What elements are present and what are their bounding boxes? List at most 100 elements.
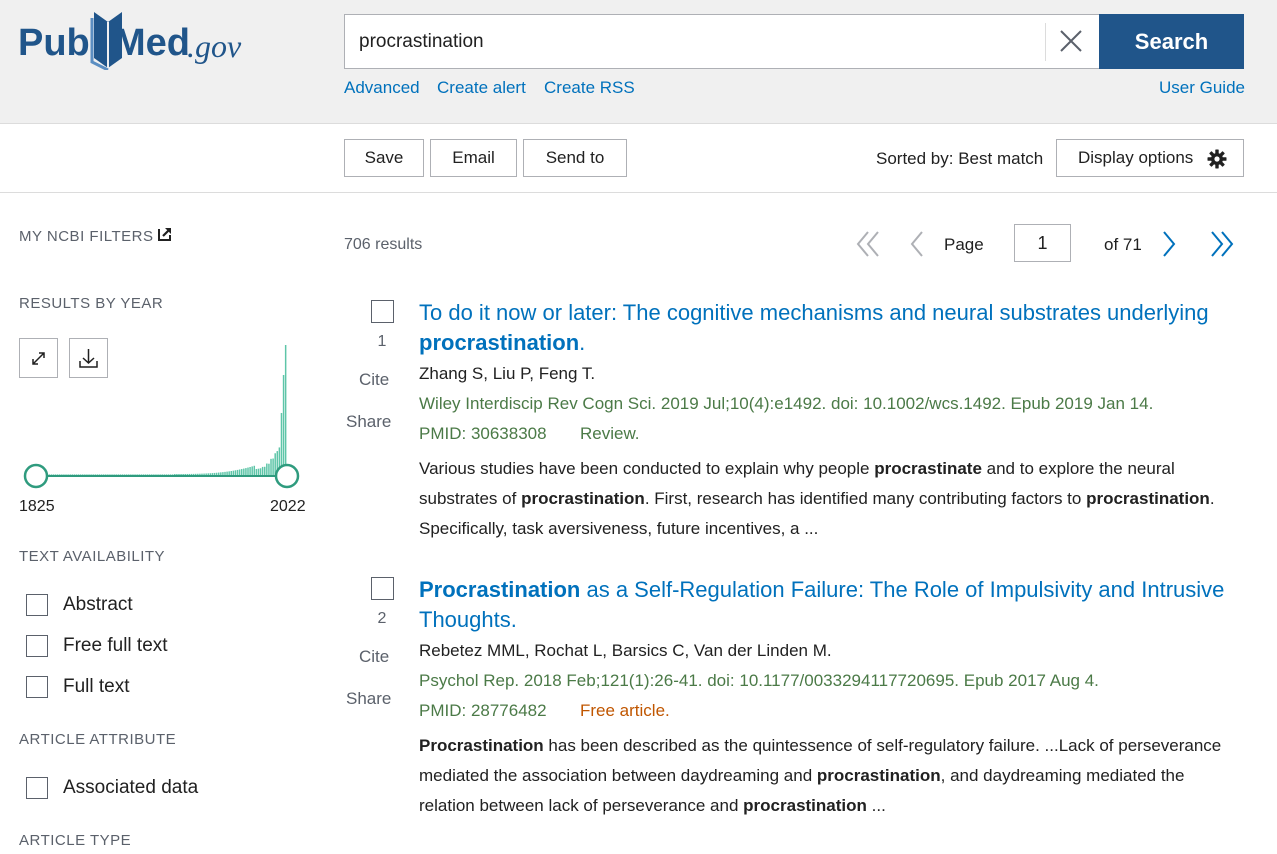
result-checkbox[interactable] [371,300,394,323]
previous-page-icon[interactable] [906,228,928,260]
year-bar [207,473,210,475]
year-bar [79,474,82,475]
year-bar [259,468,262,475]
result-title-link[interactable]: Procrastination as a Self-Regulation Fai… [419,575,1239,635]
year-bar [153,474,155,475]
filter-full-text-checkbox[interactable] [26,676,48,698]
filter-abstract-checkbox[interactable] [26,594,48,616]
year-bar [263,466,266,475]
close-icon[interactable] [1057,27,1085,55]
year-bar [109,474,111,475]
result-citation: Psychol Rep. 2018 Feb;121(1):26-41. doi:… [419,671,1099,690]
next-page-icon[interactable] [1158,228,1180,260]
external-link-icon[interactable] [157,226,173,242]
filter-free-full-text-checkbox[interactable] [26,635,48,657]
results-by-year-chart[interactable] [19,340,309,495]
year-bar [163,474,166,475]
year-bar [228,471,230,475]
year-bar [176,474,178,475]
first-page-icon[interactable] [854,228,884,260]
year-bar [142,474,145,475]
save-button[interactable]: Save [344,139,424,177]
year-bar [180,473,182,475]
year-bar [197,473,199,475]
year-bar [178,474,180,475]
year-bar [253,465,256,475]
year-slider-start-handle[interactable] [23,463,49,489]
year-bar [190,473,193,475]
share-button[interactable]: Share [346,412,391,432]
year-bar [65,474,67,475]
result-number: 2 [377,610,387,627]
year-bar [136,474,138,475]
year-end-label: 2022 [270,498,306,515]
year-bar [194,473,197,475]
year-bar [182,473,184,475]
year-bar [270,458,272,475]
year-bar [199,473,201,475]
filter-associated-data-checkbox[interactable] [26,777,48,799]
year-bar [165,474,168,475]
filter-abstract-label: Abstract [63,594,133,615]
year-bar [123,474,126,475]
year-bar [211,473,214,475]
year-bar [82,474,84,475]
result-title-link[interactable]: To do it now or later: The cognitive mec… [419,298,1239,358]
year-bar [186,473,189,475]
year-start-label: 1825 [19,498,55,515]
year-bar [119,474,122,475]
search-input[interactable] [359,15,1039,68]
year-bar [230,471,233,475]
year-bar [171,474,174,475]
search-button[interactable]: Search [1099,14,1244,69]
cite-button[interactable]: Cite [359,370,389,390]
header: Pub Med .gov Search Advanced Create aler… [0,0,1277,124]
pubmed-logo[interactable]: Pub Med .gov [18,8,258,74]
result-tag: Review. [580,424,640,443]
year-bar [132,474,134,475]
logo-med: Med [114,22,190,64]
year-bar [213,472,216,475]
create-alert-link[interactable]: Create alert [437,78,526,98]
year-bar [84,474,86,475]
last-page-icon[interactable] [1206,228,1236,260]
year-bar [144,474,147,475]
year-bar [222,472,224,475]
share-button[interactable]: Share [346,689,391,709]
year-bar [255,468,258,475]
advanced-link[interactable]: Advanced [344,78,420,98]
filter-free-full-text-label: Free full text [63,635,168,656]
year-bar [102,474,105,475]
year-bar [236,469,239,475]
year-slider-end-handle[interactable] [274,463,300,489]
email-button[interactable]: Email [430,139,517,177]
user-guide-link[interactable]: User Guide [1159,78,1245,98]
page-number-input[interactable] [1014,224,1071,262]
year-bar [77,474,80,475]
year-bar [205,473,207,475]
year-bar [174,474,176,475]
result-authors: Rebetez MML, Rochat L, Barsics C, Van de… [419,641,832,660]
result-pmid: PMID: 30638308 [419,424,547,443]
year-bar [63,474,65,475]
filter-associated-data-label: Associated data [63,777,199,798]
gear-icon [1207,149,1227,169]
year-bar [184,473,186,475]
year-bar [113,474,115,475]
year-bar [50,474,53,475]
year-bar [272,458,274,475]
year-bar [261,466,264,475]
sort-selector[interactable]: Sorted by: Best match [876,149,1043,169]
year-bar [151,474,153,475]
result-checkbox[interactable] [371,577,394,600]
article-attribute-heading: ARTICLE ATTRIBUTE [19,731,177,748]
send-to-button[interactable]: Send to [523,139,627,177]
year-bar [282,375,285,475]
year-bar [155,474,157,475]
year-bar [67,474,69,475]
year-bar [243,468,245,475]
cite-button[interactable]: Cite [359,647,389,667]
year-bar [100,474,103,475]
create-rss-link[interactable]: Create RSS [544,78,635,98]
display-options-button[interactable]: Display options [1056,139,1244,177]
